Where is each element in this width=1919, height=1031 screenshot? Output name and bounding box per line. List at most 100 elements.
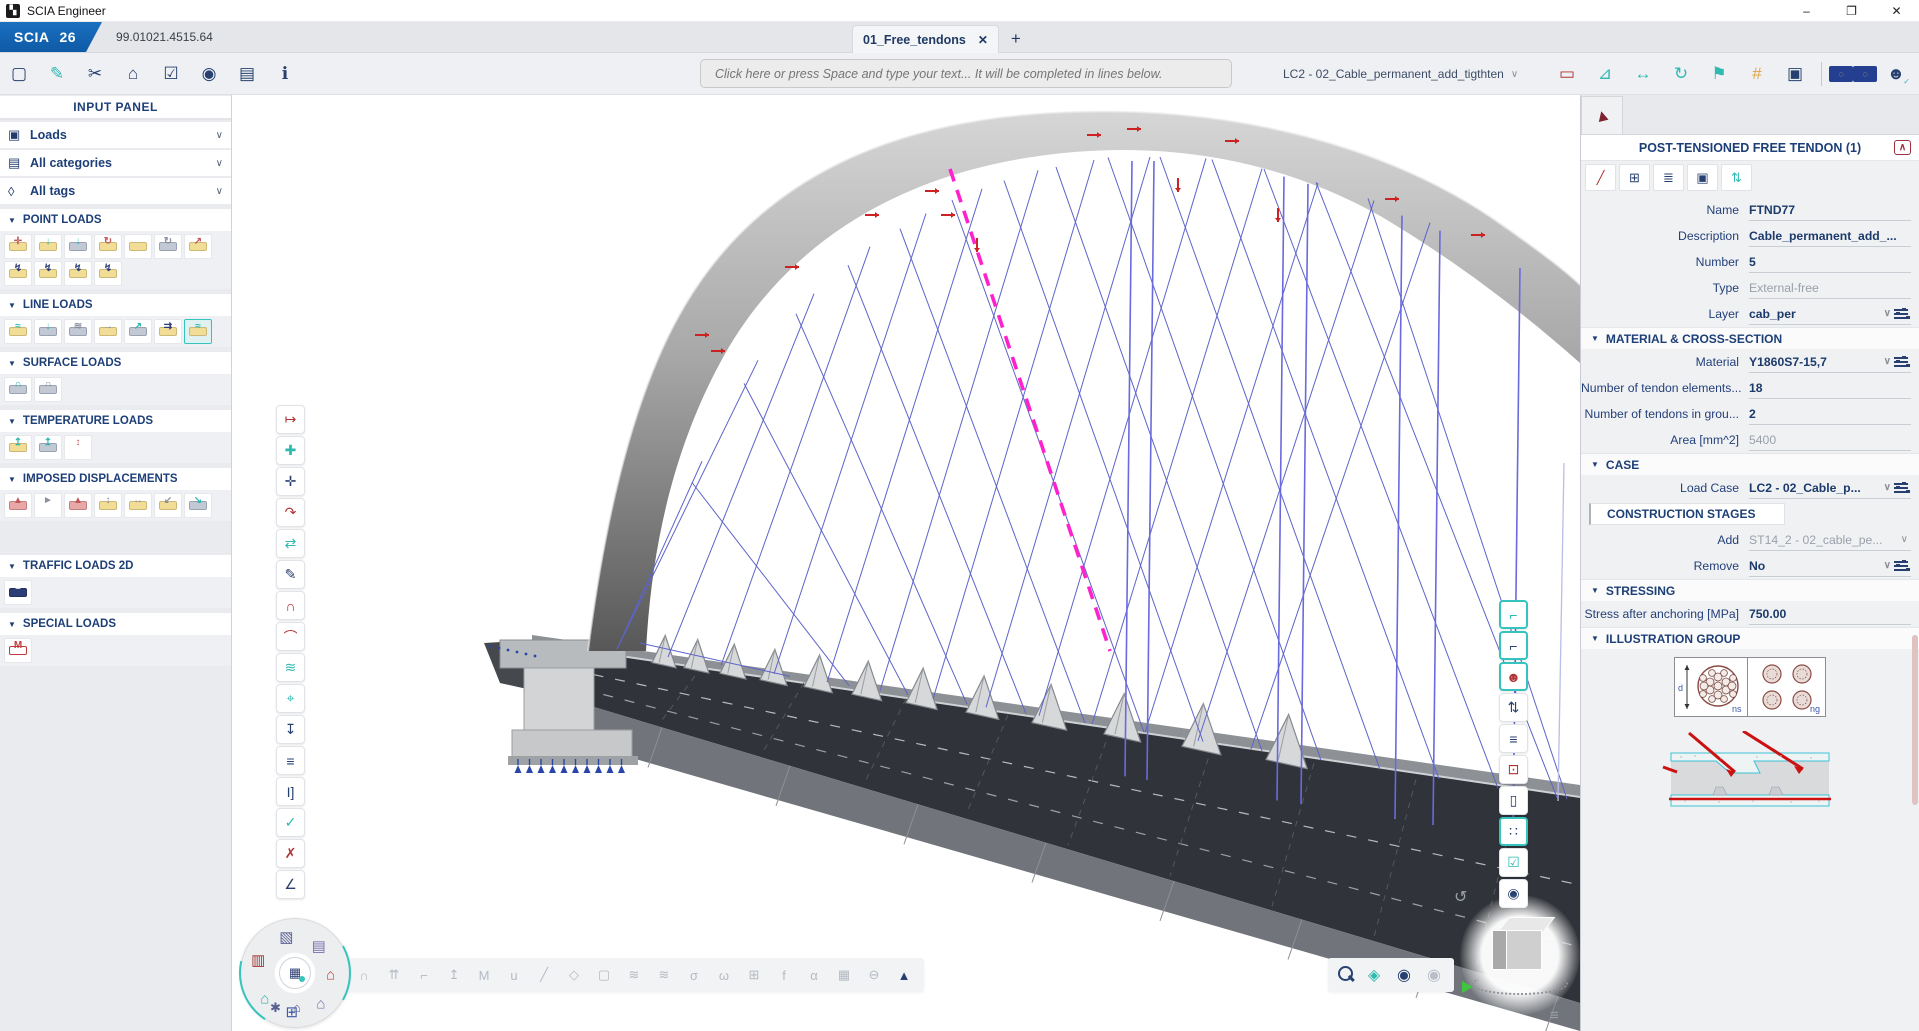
property-value-field[interactable]: Y1860S7-15,7 ∨ <box>1749 351 1911 373</box>
result-alpha-icon[interactable]: α <box>802 962 826 988</box>
collapse-panel-icon[interactable]: ∧ <box>1894 140 1911 155</box>
delete-entity-icon[interactable]: ✗ <box>276 839 305 868</box>
result-deformation-u-icon[interactable]: u <box>502 962 526 988</box>
stretch-view-icon[interactable]: ⇅ <box>1499 693 1528 722</box>
spider-teal-house-icon[interactable]: ⌂ <box>260 990 269 1007</box>
slab-displacement-icon[interactable]: ↙ <box>154 493 182 518</box>
measure-icon[interactable]: ↔ <box>1624 59 1662 89</box>
property-value-field[interactable]: External-free <box>1749 277 1911 299</box>
result-reactions-icon[interactable]: ∩ <box>352 962 376 988</box>
labels-visibility-icon[interactable]: ☻ <box>1499 662 1528 691</box>
property-value-field[interactable]: 5 <box>1749 251 1911 273</box>
panel-scrollbar[interactable] <box>1912 635 1918 805</box>
line-moment-beam-icon[interactable]: → <box>94 319 122 344</box>
chevron-down-icon[interactable]: ∨ <box>1884 482 1891 493</box>
view-cube-icon[interactable]: ◈ <box>1362 962 1386 988</box>
free-line-load-icon[interactable]: ≈ <box>184 319 212 344</box>
insert-node-icon[interactable]: ✛ <box>276 467 305 496</box>
bolt-load-node-icon[interactable]: ↯ <box>4 261 32 286</box>
chevron-down-icon[interactable]: ∨ <box>1884 560 1891 571</box>
line-load-projection-icon[interactable]: ⇉ <box>154 319 182 344</box>
filter-categories[interactable]: ▤ All categories ∨ <box>0 150 231 176</box>
temp-load-beam-icon[interactable]: ↥ <box>4 435 32 460</box>
stage-flag-icon[interactable]: ⚑ <box>1700 59 1738 89</box>
chevron-down-icon[interactable]: ∨ <box>1884 308 1891 319</box>
eu-flag-icon-2[interactable]: ◌ <box>1853 66 1877 82</box>
property-section-header[interactable]: ▼ MATERIAL & CROSS-SECTION <box>1581 327 1919 349</box>
line-force-beam-icon[interactable]: ≈ <box>4 319 32 344</box>
new-project-icon[interactable]: ▢ <box>0 59 38 89</box>
structure-icon[interactable]: ⌂ <box>114 59 152 89</box>
result-sigma-icon[interactable]: σ <box>682 962 706 988</box>
result-layers-a-icon[interactable]: ≋ <box>622 962 646 988</box>
tab-close-icon[interactable]: ✕ <box>978 33 988 47</box>
database-layers-icon[interactable]: ≡ <box>1499 724 1528 753</box>
line-moment-edge-icon[interactable]: ↗ <box>124 319 152 344</box>
tendon-geometry-icon[interactable]: ╱ <box>1585 164 1616 191</box>
property-value-field[interactable]: LC2 - 02_Cable_p... ∨ <box>1749 477 1911 499</box>
property-value-field[interactable]: Cable_permanent_add_... <box>1749 225 1911 247</box>
result-layers-b-icon[interactable]: ≋ <box>652 962 676 988</box>
line-force-edge-icon[interactable]: ≋ <box>64 319 92 344</box>
free-surface-load-icon[interactable]: ∩ <box>34 377 62 402</box>
arch-tool-icon[interactable]: ∩ <box>276 591 305 620</box>
property-value-field[interactable]: 750.00 <box>1749 603 1911 625</box>
beam-shift-icon[interactable]: ↔ <box>124 493 152 518</box>
ucs-axes-icon[interactable]: ⊿ <box>1586 59 1624 89</box>
command-search-input[interactable] <box>700 59 1232 88</box>
chevron-down-icon[interactable]: ∨ <box>1901 534 1908 545</box>
tendon-properties-tab[interactable]: ▲ <box>1581 96 1623 134</box>
selection-frame-icon[interactable]: ▭ <box>1548 59 1586 89</box>
point-moment-slab-icon[interactable]: ↻ <box>154 234 182 259</box>
arch-edit-icon[interactable]: ⌒ <box>276 622 305 651</box>
result-3d-stress-icon[interactable]: ◇ <box>562 962 586 988</box>
section-header[interactable]: ▼SURFACE LOADS <box>0 352 231 374</box>
tab-free-tendons[interactable]: 01_Free_tendons ✕ <box>852 25 999 53</box>
help-info-icon[interactable]: ℹ <box>266 59 304 89</box>
bolt-load-beam-icon[interactable]: ↯ <box>34 261 62 286</box>
temp-load-slab-icon[interactable]: ↥ <box>34 435 62 460</box>
selection-filter-icon[interactable]: ☑ <box>1499 848 1528 877</box>
chevron-down-icon[interactable]: ∨ <box>1884 356 1891 367</box>
table-edit-icon[interactable]: ⊞ <box>1619 164 1650 191</box>
documentation-icon[interactable]: ▤ <box>228 59 266 89</box>
spider-home-icon[interactable]: ⌂ <box>293 1000 301 1016</box>
add-tendon-icon[interactable]: ✚ <box>276 436 305 465</box>
result-grid-icon[interactable]: ▦ <box>832 962 856 988</box>
visibility-icon[interactable]: ◉ <box>1392 962 1416 988</box>
zoom-selection-icon[interactable] <box>1336 965 1356 985</box>
rotate-tendon-icon[interactable]: ↷ <box>276 498 305 527</box>
render-settings-icon[interactable]: ◉ <box>1499 879 1528 908</box>
eu-flag-icon[interactable]: ◌ <box>1829 66 1853 82</box>
settings-sliders-icon[interactable] <box>1894 356 1909 368</box>
settings-sliders-icon[interactable] <box>1894 560 1909 572</box>
result-moment-m-icon[interactable]: M <box>472 962 496 988</box>
property-value-field[interactable]: No ∨ <box>1749 555 1911 577</box>
point-force-slab-icon[interactable]: ↓ <box>64 234 92 259</box>
wall-displacement-icon[interactable]: ► <box>34 493 62 518</box>
surface-load-icon[interactable]: ∩ <box>4 377 32 402</box>
check-structure-icon[interactable]: ☑ <box>152 59 190 89</box>
bolt-load-group-icon[interactable]: ↯ <box>64 261 92 286</box>
temp-gradient-icon[interactable]: ↕ <box>64 435 92 460</box>
result-force-icon[interactable]: ↥ <box>442 962 466 988</box>
result-table-icon[interactable]: ⊞ <box>742 962 766 988</box>
special-load-m-icon[interactable]: M <box>4 638 32 663</box>
traffic-lanes-icon[interactable]: ▲ <box>892 962 916 988</box>
model-viewport[interactable]: ↦✚✛↷⇄✎∩⌒≋⌖↧≡I]✓✗∠ ⌐⌐☻⇅≡⊡▯∷☑◉ ∩⇈⌐↥Mu╱◇▢≋≋… <box>232 95 1580 1031</box>
format-brush-icon[interactable]: ✎ <box>276 560 305 589</box>
result-displacement-icon[interactable]: ⇈ <box>382 962 406 988</box>
member-support-icon[interactable]: ▯ <box>1499 786 1528 815</box>
local-axis-icon[interactable]: ⌖ <box>276 684 305 713</box>
swap-direction-icon[interactable]: ⇄ <box>276 529 305 558</box>
text-scale-icon[interactable]: I] <box>276 777 305 806</box>
settings-sliders-icon[interactable] <box>1894 308 1909 320</box>
point-moment-node-icon[interactable]: ↻ <box>94 234 122 259</box>
result-solid-icon[interactable]: ▢ <box>592 962 616 988</box>
section-header[interactable]: ▼POINT LOADS <box>0 209 231 231</box>
paste-special-icon[interactable]: ↧ <box>276 715 305 744</box>
view-member-alt-icon[interactable]: ⌐ <box>1499 631 1528 660</box>
property-value-field[interactable]: 2 <box>1749 403 1911 425</box>
settings-sliders-icon[interactable] <box>1894 482 1909 494</box>
new-tab-button[interactable]: + <box>1011 29 1021 49</box>
